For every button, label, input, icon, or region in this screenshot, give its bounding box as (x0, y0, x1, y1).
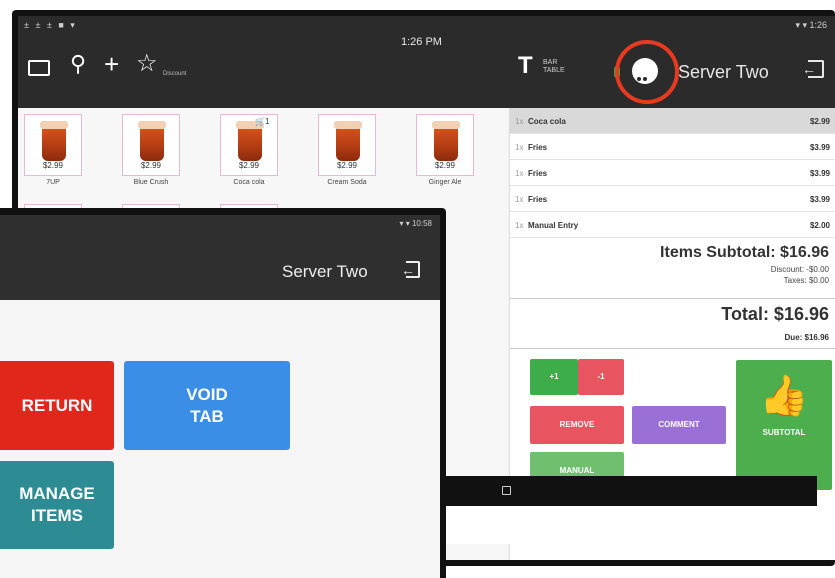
product-tile[interactable]: $2.99 Ginger Ale (412, 114, 478, 204)
remove-button[interactable]: REMOVE (530, 406, 624, 444)
order-line[interactable]: 1x Fries $3.99 (510, 160, 835, 186)
return-button[interactable]: RETURN (0, 361, 114, 450)
product-tile[interactable]: $2.99 Cream Soda (314, 114, 380, 204)
drink-cup-icon (236, 121, 264, 161)
text-t-icon[interactable]: T (518, 54, 533, 78)
logout-arrow-icon: ← (802, 61, 816, 77)
product-tile[interactable]: $2.99 Blue Crush (118, 114, 184, 204)
server-name: Server Two (282, 262, 368, 281)
product-tile[interactable]: $2.99 7UP (20, 114, 86, 204)
pos-top-bar: ± ± ± ■ ▾ 1:26 PM ▾ ▾ 1:26 ⚲ + ☆ Discoun… (18, 16, 835, 108)
discount-amount: Discount: -$0.00 (770, 265, 829, 274)
subtotal-label: SUBTOTAL (762, 428, 806, 437)
product-price: $2.99 (42, 161, 64, 170)
order-item-name: Fries (528, 169, 548, 178)
star-icon[interactable]: ☆ (136, 52, 158, 76)
drink-cup-icon (40, 121, 68, 161)
order-item-name: Fries (528, 195, 548, 204)
status-right: ▾ ▾ 10:58 (399, 219, 433, 228)
taxes-amount: Taxes: $0.00 (783, 276, 829, 285)
recent-apps-icon[interactable] (502, 486, 511, 495)
front-top-bar: ▾ ▾ 10:58 Server Two ← (0, 215, 440, 300)
product-name: Coca cola (233, 179, 265, 186)
order-item-price: $3.99 (809, 195, 830, 204)
drink-cup-icon (138, 121, 166, 161)
amount-due: Due: $16.96 (784, 333, 829, 342)
order-item-price: $3.99 (809, 169, 830, 178)
items-subtotal: Items Subtotal: $16.96 (660, 244, 829, 261)
minus-one-button[interactable]: -1 (578, 359, 624, 395)
product-price: $2.99 (238, 161, 260, 170)
drink-cup-icon (432, 121, 460, 161)
manage-items-button[interactable]: MANAGE ITEMS (0, 461, 114, 549)
discount-label: Discount (163, 71, 187, 77)
status-right: ▾ ▾ 1:26 (795, 20, 827, 30)
product-name: Blue Crush (133, 179, 169, 186)
bar-table-label[interactable]: BAR TABLE (543, 59, 565, 75)
drink-cup-icon (334, 121, 362, 161)
order-item-price: $3.99 (809, 143, 830, 152)
product-name: Cream Soda (327, 179, 367, 186)
order-item-name: Fries (528, 143, 548, 152)
screen-bottom-area (446, 506, 817, 544)
product-price: $2.99 (336, 161, 358, 170)
plus-one-button[interactable]: +1 (530, 359, 578, 395)
highlight-circle (615, 40, 679, 104)
cart-count: 1 (264, 117, 270, 126)
product-price: $2.99 (140, 161, 162, 170)
order-item-name: Manual Entry (528, 221, 579, 230)
order-line[interactable]: 1x Fries $3.99 (510, 134, 835, 160)
subtotal-button[interactable]: 👍 SUBTOTAL (736, 360, 832, 490)
search-icon[interactable]: ⚲ (70, 52, 86, 76)
android-nav-bar (446, 476, 817, 506)
order-total: Total: $16.96 (721, 304, 829, 324)
order-qty: 1x (515, 169, 524, 178)
product-price: $2.99 (434, 161, 456, 170)
order-qty: 1x (515, 143, 524, 152)
order-line[interactable]: 1x Coca cola $2.99 (510, 108, 835, 134)
order-line[interactable]: 1x Fries $3.99 (510, 186, 835, 212)
server-name: Server Two (678, 62, 769, 82)
add-icon[interactable]: + (104, 51, 119, 77)
keyboard-icon[interactable] (28, 56, 54, 76)
order-qty: 1x (515, 195, 524, 204)
order-line[interactable]: 1x Manual Entry $2.00 (510, 212, 835, 238)
order-item-price: $2.99 (809, 117, 830, 126)
product-name: 7UP (46, 179, 60, 186)
divider (510, 348, 835, 349)
divider (510, 298, 835, 299)
thumbs-up-icon: 👍 (759, 374, 809, 418)
product-name: Ginger Ale (428, 179, 462, 186)
front-tablet-screen: ▾ ▾ 10:58 Server Two ← RETURN VOID TAB M… (0, 215, 440, 578)
cart-badge: 🛒1 (255, 117, 270, 126)
order-qty: 1x (515, 117, 524, 126)
void-tab-button[interactable]: VOID TAB (124, 361, 290, 450)
logout-arrow-icon: ← (401, 262, 415, 278)
order-item-price: $2.00 (809, 221, 830, 230)
comment-button[interactable]: COMMENT (632, 406, 726, 444)
product-tile[interactable]: 🛒1 $2.99 Coca cola (216, 114, 282, 204)
status-icons: ± ± ± ■ ▾ (24, 20, 77, 30)
screenshot-composite: ± ± ± ■ ▾ 1:26 PM ▾ ▾ 1:26 ⚲ + ☆ Discoun… (0, 0, 835, 578)
status-time: 1:26 PM (401, 36, 442, 48)
order-item-name: Coca cola (528, 117, 566, 126)
order-qty: 1x (515, 221, 524, 230)
